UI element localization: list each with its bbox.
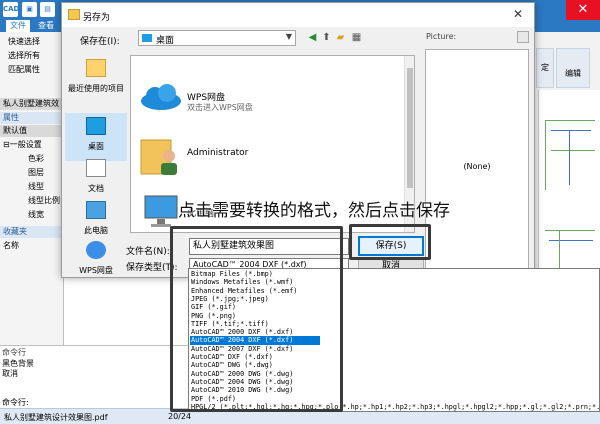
properties-header: 属性: [0, 112, 64, 124]
picture-label: Picture:: [426, 32, 457, 41]
select-all-label: 选择所有: [8, 51, 40, 60]
places-bar: 最近使用的项目 桌面 文档 此电脑 WPS网盘: [65, 55, 127, 275]
cloud-icon: [86, 241, 106, 259]
file-item-name: Administrator: [187, 148, 249, 158]
linetype-prop-row[interactable]: 线型: [0, 181, 64, 193]
status-page-indicator: 20/24: [168, 412, 192, 421]
window-close-button[interactable]: ✕: [566, 0, 600, 20]
ribbon-button-partial[interactable]: 定: [536, 48, 554, 88]
cloud-icon: [141, 84, 181, 110]
dialog-title: 另存为: [83, 13, 111, 23]
command-header: 命令行: [2, 348, 26, 357]
folder-icon: [68, 9, 80, 20]
layer-prop-row[interactable]: 图层: [0, 167, 64, 179]
instruction-annotation: 点击需要转换的格式，然后点击保存: [178, 201, 450, 221]
filetype-highlight-box: [170, 226, 343, 412]
linetype-scale-prop-row[interactable]: 线型比例: [0, 195, 64, 207]
desktop-icon: [142, 34, 152, 42]
list-item[interactable]: WPS网盘 双击进入WPS网盘: [131, 78, 401, 118]
documents-icon: [86, 159, 106, 177]
place-this-pc-label: 此电脑: [84, 226, 108, 235]
save-in-combo[interactable]: 桌面 ▼: [138, 30, 296, 46]
place-recent[interactable]: 最近使用的项目: [65, 55, 127, 103]
place-desktop[interactable]: 桌面: [65, 113, 127, 161]
desktop-icon: [86, 117, 106, 135]
drawing-line: [545, 230, 595, 231]
place-desktop-label: 桌面: [88, 142, 104, 151]
select-all-item[interactable]: 选择所有: [0, 50, 64, 62]
up-folder-icon[interactable]: ⬆: [320, 32, 333, 44]
general-group-label: 一般设置: [9, 140, 42, 149]
save-button-highlight-box: [349, 224, 431, 260]
match-properties-label: 匹配属性: [8, 65, 40, 74]
favorites-header: 收藏夹: [0, 226, 64, 238]
command-prompt[interactable]: 命令行:: [2, 397, 29, 408]
drawing-line: [551, 130, 591, 131]
view-menu-icon[interactable]: ▦: [350, 32, 363, 44]
computer-icon: [86, 201, 106, 219]
filename-label: 文件名(N):: [126, 247, 170, 257]
command-history-line: 取消: [2, 369, 18, 378]
chevron-down-icon: ▼: [285, 32, 292, 41]
user-folder-icon: [140, 139, 177, 175]
quick-select-item[interactable]: 快速选择: [0, 36, 64, 48]
drawing-name-row[interactable]: 私人别墅建筑效: [0, 98, 64, 110]
dialog-titlebar[interactable]: 另存为 ✕: [62, 3, 534, 27]
match-properties-item[interactable]: 匹配属性: [0, 64, 64, 76]
drawing-line: [569, 130, 570, 185]
save-in-label: 保存在(I):: [80, 37, 120, 47]
color-prop-row[interactable]: 色彩: [0, 153, 64, 165]
edit-button[interactable]: 编辑: [556, 48, 590, 88]
place-documents[interactable]: 文档: [65, 155, 127, 203]
drawing-line: [545, 120, 546, 190]
dialog-close-button[interactable]: ✕: [510, 6, 526, 22]
save-icon[interactable]: ▣: [22, 2, 37, 17]
back-arrow-icon[interactable]: ◀: [306, 32, 319, 44]
preview-pane: (None): [425, 49, 529, 281]
lineweight-prop-row[interactable]: 线宽: [0, 209, 64, 221]
place-recent-label: 最近使用的项目: [68, 84, 124, 93]
drawing-line: [551, 150, 595, 151]
place-wps-cloud[interactable]: WPS网盘: [65, 237, 127, 285]
quick-select-label: 快速选择: [8, 37, 40, 46]
status-filename: 私人别墅建筑设计效果图.pdf: [4, 413, 108, 422]
picture-toggle-button[interactable]: [517, 31, 529, 43]
drawing-line: [549, 240, 593, 241]
scrollbar-thumb[interactable]: [407, 68, 413, 188]
preview-none-text: (None): [463, 162, 491, 171]
name-column-label: 名称: [3, 241, 19, 250]
open-folder-icon[interactable]: ▤: [40, 2, 55, 17]
place-wps-cloud-label: WPS网盘: [79, 266, 113, 275]
new-folder-icon[interactable]: ▰: [334, 32, 347, 44]
cad-logo-icon[interactable]: CAD: [3, 2, 19, 17]
place-documents-label: 文档: [88, 184, 104, 193]
default-value-row[interactable]: 默认值: [0, 125, 64, 137]
list-item[interactable]: Administrator: [131, 136, 401, 176]
computer-icon: [144, 195, 178, 227]
save-in-value: 桌面: [156, 36, 175, 46]
general-group-row[interactable]: ⊟一般设置: [0, 139, 64, 151]
menu-tab-view[interactable]: 查看: [34, 20, 58, 32]
file-item-subtitle: 双击进入WPS网盘: [187, 103, 253, 112]
drawing-line: [545, 120, 595, 121]
recent-items-icon: [86, 59, 106, 77]
menu-tab-file[interactable]: 文件: [6, 20, 30, 32]
